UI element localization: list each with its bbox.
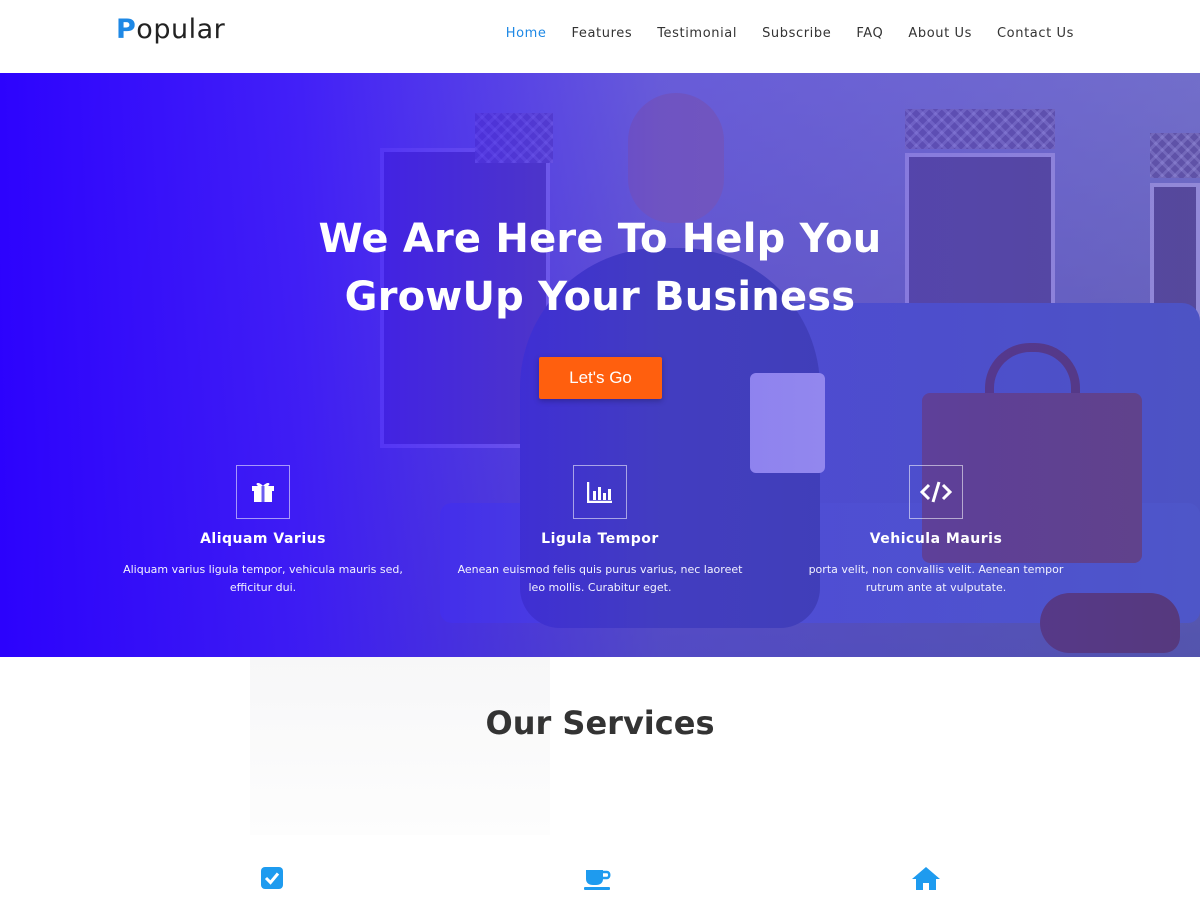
nav-subscribe[interactable]: Subscribe — [762, 26, 831, 41]
logo-initial: P — [116, 14, 137, 45]
feature-description: porta velit, non convallis velit. Aenean… — [808, 563, 1064, 594]
faded-background-image — [250, 657, 550, 835]
services-title: Our Services — [485, 704, 715, 742]
feature-item: Aliquam Varius Aliquam varius ligula tem… — [113, 465, 413, 597]
gift-icon — [236, 465, 290, 519]
feature-title: Vehicula Mauris — [869, 531, 1003, 547]
feature-item: Vehicula Mauris porta velit, non convall… — [786, 465, 1086, 597]
services-section: Our Services — [0, 657, 1200, 900]
check-square-icon — [256, 862, 288, 894]
coffee-cup-icon — [582, 862, 614, 894]
main-nav: Home Features Testimonial Subscribe FAQ … — [506, 26, 1074, 41]
feature-description: Aenean euismod felis quis purus varius, … — [457, 563, 743, 594]
code-icon — [909, 465, 963, 519]
hero-title-line1: We Are Here To Help You — [318, 216, 882, 262]
hero-title-line2: GrowUp Your Business — [344, 274, 856, 320]
nav-about-us[interactable]: About Us — [908, 26, 972, 41]
feature-item: Ligula Tempor Aenean euismod felis quis … — [450, 465, 750, 597]
feature-title: Ligula Tempor — [541, 531, 659, 547]
hero-title: We Are Here To Help You GrowUp Your Busi… — [0, 210, 1200, 326]
feature-title: Aliquam Varius — [200, 531, 326, 547]
nav-testimonial[interactable]: Testimonial — [657, 26, 737, 41]
nav-features[interactable]: Features — [572, 26, 633, 41]
logo-text: opular — [136, 14, 226, 45]
nav-home[interactable]: Home — [506, 26, 547, 41]
nav-contact-us[interactable]: Contact Us — [997, 26, 1074, 41]
nav-faq[interactable]: FAQ — [856, 26, 883, 41]
site-logo[interactable]: Popular — [116, 14, 225, 45]
lets-go-button[interactable]: Let's Go — [539, 357, 662, 399]
bar-chart-icon — [573, 465, 627, 519]
site-header: Popular Home Features Testimonial Subscr… — [0, 0, 1200, 73]
home-icon — [910, 862, 942, 894]
feature-description: Aliquam varius ligula tempor, vehicula m… — [123, 563, 403, 594]
hero-section: We Are Here To Help You GrowUp Your Busi… — [0, 73, 1200, 657]
